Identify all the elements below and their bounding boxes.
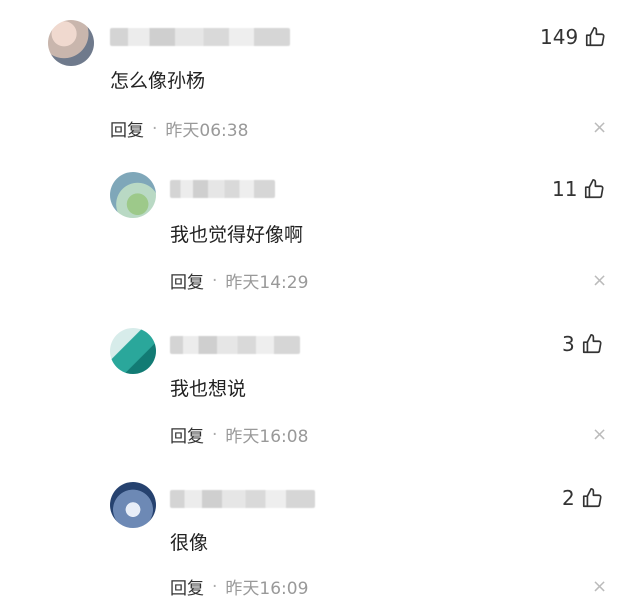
username-blurred[interactable]	[170, 490, 315, 508]
close-icon[interactable]: ×	[592, 578, 607, 596]
comment-text: 很像	[170, 532, 209, 554]
like-button[interactable]: 2	[562, 486, 603, 510]
reply-button[interactable]: 回复	[170, 422, 204, 447]
timestamp: 昨天06:38	[165, 121, 249, 141]
comment-meta: 回复 · 昨天16:08	[170, 422, 309, 448]
comment-meta: 回复 · 昨天16:09	[170, 574, 308, 599]
timestamp: 昨天14:29	[225, 273, 309, 293]
username-blurred[interactable]	[170, 336, 300, 354]
separator: ·	[212, 576, 218, 597]
avatar[interactable]	[48, 20, 94, 66]
like-count: 149	[540, 25, 579, 49]
timestamp: 昨天16:08	[225, 427, 309, 447]
reply-button[interactable]: 回复	[170, 574, 204, 599]
thumbs-up-icon	[582, 488, 602, 508]
separator: ·	[212, 424, 218, 445]
separator: ·	[152, 118, 158, 139]
comment-text: 我也觉得好像啊	[170, 224, 304, 246]
comment-meta: 回复 · 昨天06:38	[110, 116, 249, 142]
thumbs-up-icon	[586, 27, 605, 47]
like-button[interactable]: 3	[562, 332, 603, 356]
close-icon[interactable]: ×	[592, 119, 607, 137]
close-icon[interactable]: ×	[592, 272, 607, 290]
avatar[interactable]	[110, 172, 156, 218]
like-button[interactable]: 149	[540, 25, 606, 49]
avatar[interactable]	[110, 482, 156, 528]
thumbs-up-icon	[585, 179, 604, 199]
like-count: 3	[562, 332, 575, 356]
comment-meta: 回复 · 昨天14:29	[170, 268, 309, 294]
thumbs-up-icon	[582, 334, 602, 354]
reply-button[interactable]: 回复	[110, 116, 144, 141]
comment-text: 我也想说	[170, 378, 247, 400]
username-blurred[interactable]	[110, 28, 290, 46]
reply-button[interactable]: 回复	[170, 268, 204, 293]
avatar[interactable]	[110, 328, 156, 374]
close-icon[interactable]: ×	[592, 426, 607, 444]
comment-text: 怎么像孙杨	[110, 70, 206, 92]
username-blurred[interactable]	[170, 180, 275, 198]
separator: ·	[212, 270, 218, 291]
timestamp: 昨天16:09	[225, 579, 309, 599]
like-count: 11	[552, 177, 578, 201]
like-button[interactable]: 11	[552, 177, 605, 201]
like-count: 2	[562, 486, 575, 510]
